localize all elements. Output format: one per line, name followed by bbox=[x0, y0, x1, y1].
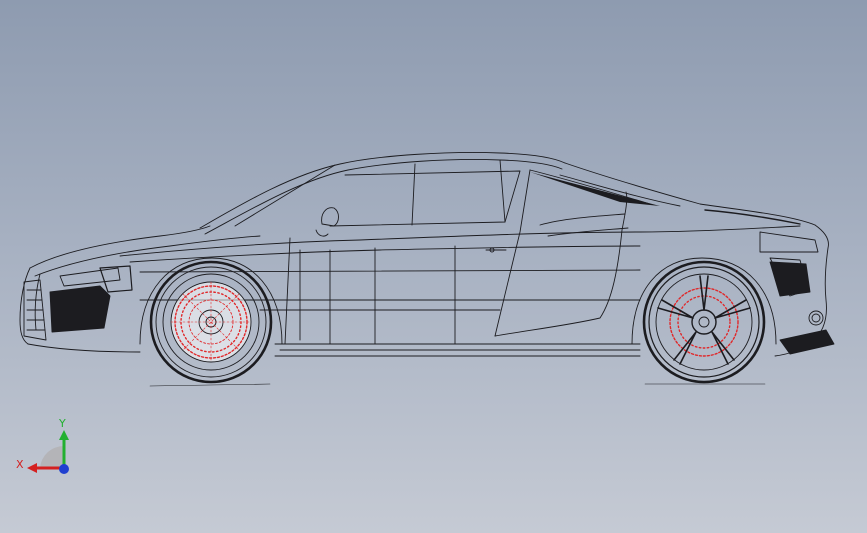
x-axis-arrowhead bbox=[27, 463, 37, 473]
z-axis-dot bbox=[59, 464, 69, 474]
triad-plane bbox=[40, 445, 64, 468]
coordinate-triad: Y X bbox=[16, 417, 69, 474]
x-axis-label: X bbox=[16, 458, 24, 471]
graphics-viewport[interactable]: Y X bbox=[0, 0, 867, 533]
y-axis-arrowhead bbox=[59, 430, 69, 440]
y-axis-label: Y bbox=[58, 417, 66, 430]
